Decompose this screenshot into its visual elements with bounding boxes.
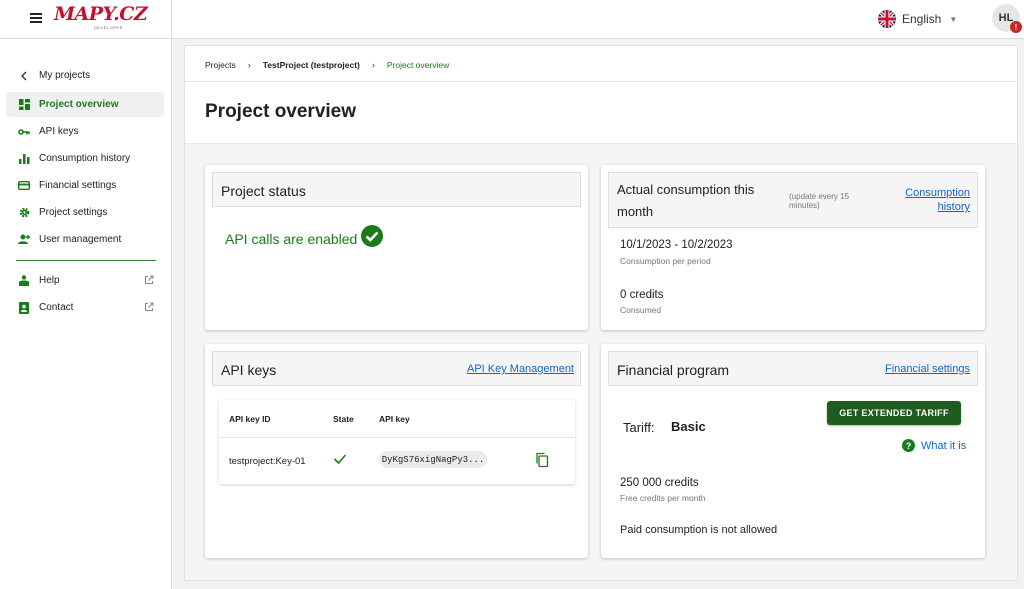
free-credits-value: 250 000 credits: [620, 477, 699, 489]
column-header-state: State: [333, 414, 354, 424]
financial-settings-link[interactable]: Financial settings: [885, 363, 970, 375]
what-it-is-label: What it is: [921, 439, 967, 452]
card-title: API keys: [221, 362, 277, 378]
project-status-card: Project status API calls are enabled: [205, 165, 588, 330]
api-key-chip[interactable]: DyKgS76xigNagPy3...: [379, 451, 487, 468]
check-circle-icon: [360, 224, 384, 253]
sidebar-item-project-settings[interactable]: Project settings: [6, 200, 164, 225]
update-note: (update every 15 minutes): [789, 192, 850, 210]
period-label: Consumption per period: [620, 256, 711, 266]
free-credits-label: Free credits per month: [620, 493, 706, 503]
sidebar-item-financial-settings[interactable]: Financial settings: [6, 173, 164, 198]
main-panel: Projects › TestProject (testproject) › P…: [184, 45, 1018, 581]
logo-text: MAPY.CZ: [54, 3, 148, 25]
state-check-icon: [333, 452, 347, 470]
sidebar-item-label: Project settings: [39, 207, 108, 218]
dashboard-icon: [18, 99, 30, 111]
sidebar-item-project-overview[interactable]: Project overview: [6, 92, 164, 117]
api-key-id-cell: testproject:Key-01: [229, 456, 306, 467]
sidebar-item-label: Project overview: [39, 99, 119, 110]
credits-value: 0 credits: [620, 289, 664, 301]
language-label: English: [902, 12, 942, 26]
breadcrumb-current: Project overview: [386, 60, 450, 70]
sidebar-item-api-keys[interactable]: API keys: [6, 119, 164, 144]
card-header: Project status: [212, 172, 581, 207]
get-extended-tariff-button[interactable]: GET EXTENDED TARIFF: [827, 401, 961, 425]
caret-down-icon: ▼: [949, 14, 958, 24]
user-management-icon: [18, 234, 30, 246]
sidebar-item-user-management[interactable]: User management: [6, 227, 164, 252]
sidebar-item-consumption-history[interactable]: Consumption history: [6, 146, 164, 171]
contact-icon: [18, 301, 30, 314]
menu-icon[interactable]: [30, 13, 42, 23]
credit-card-icon: [18, 180, 30, 192]
sidebar-divider: [16, 260, 156, 261]
api-keys-table: API key ID State API key testproject:Key…: [219, 400, 575, 484]
chevron-left-icon: [18, 70, 30, 82]
column-header-key: API key: [379, 414, 410, 424]
sidebar-item-contact[interactable]: Contact: [6, 295, 164, 320]
logo-subtitle: DEVELOPER: [94, 25, 123, 30]
sidebar-item-label: My projects: [39, 70, 91, 81]
api-key-management-link[interactable]: API Key Management: [467, 363, 574, 375]
uk-flag-icon: [878, 10, 896, 28]
sidebar: My projects Project overview API keys Co…: [0, 39, 172, 589]
sidebar-item-my-projects[interactable]: My projects: [6, 63, 164, 88]
card-title-line1: Actual consumption this: [617, 182, 755, 197]
alert-badge: !: [1010, 21, 1022, 33]
help-circle-icon: ?: [902, 439, 915, 452]
sidebar-item-help[interactable]: Help: [6, 268, 164, 293]
page-title: Project overview: [205, 101, 357, 122]
help-icon: [18, 275, 30, 287]
period-value: 10/1/2023 - 10/2/2023: [620, 239, 733, 251]
external-link-icon: [144, 302, 154, 312]
card-header: Actual consumption this month (update ev…: [608, 172, 978, 228]
financial-program-card: Financial program Financial settings Tar…: [601, 344, 985, 558]
key-icon: [18, 126, 30, 138]
consumption-card: Actual consumption this month (update ev…: [601, 165, 985, 330]
chevron-right-icon: ›: [371, 60, 375, 70]
mapy-logo[interactable]: MAPY.CZ DEVELOPER: [54, 3, 148, 30]
sidebar-item-label: API keys: [39, 126, 79, 137]
consumption-history-link[interactable]: Consumption: [905, 187, 970, 199]
breadcrumb-projects[interactable]: Projects: [205, 60, 236, 70]
status-text: API calls are enabled: [225, 231, 358, 247]
content-area: Project status API calls are enabled Act…: [185, 143, 1017, 580]
sidebar-item-label: User management: [39, 234, 122, 245]
sidebar-item-label: Contact: [39, 302, 74, 313]
card-title: Financial program: [617, 362, 730, 378]
top-bar: MAPY.CZ DEVELOPER English ▼ HL !: [0, 0, 1024, 39]
column-header-id: API key ID: [229, 414, 271, 424]
table-divider: [219, 437, 575, 438]
svg-text:?: ?: [906, 441, 912, 451]
consumption-history-link-line2[interactable]: history: [938, 201, 970, 213]
what-it-is-link[interactable]: ? What it is: [902, 439, 966, 452]
api-keys-card: API keys API Key Management API key ID S…: [205, 344, 588, 558]
breadcrumb-divider: [185, 81, 1017, 82]
card-header: API keys API Key Management: [212, 351, 581, 386]
language-selector[interactable]: English ▼: [878, 8, 957, 30]
breadcrumb: Projects › TestProject (testproject) › P…: [205, 60, 449, 70]
card-title-line2: month: [617, 204, 654, 219]
tariff-label: Tariff:: [623, 420, 655, 435]
copy-icon[interactable]: [535, 452, 549, 473]
card-header: Financial program Financial settings: [608, 351, 978, 386]
paid-consumption-note: Paid consumption is not allowed: [620, 524, 778, 536]
gear-icon: [18, 207, 30, 219]
sidebar-item-label: Help: [39, 275, 60, 286]
card-title: Project status: [221, 183, 306, 199]
tariff-value: Basic: [671, 419, 706, 434]
brand-area: MAPY.CZ DEVELOPER: [0, 0, 172, 38]
external-link-icon: [144, 275, 154, 285]
breadcrumb-project[interactable]: TestProject (testproject): [263, 60, 360, 70]
sidebar-item-label: Consumption history: [39, 153, 131, 164]
bar-chart-icon: [18, 153, 30, 165]
sidebar-item-label: Financial settings: [39, 180, 117, 191]
credits-label: Consumed: [620, 305, 662, 315]
chevron-right-icon: ›: [247, 60, 251, 70]
